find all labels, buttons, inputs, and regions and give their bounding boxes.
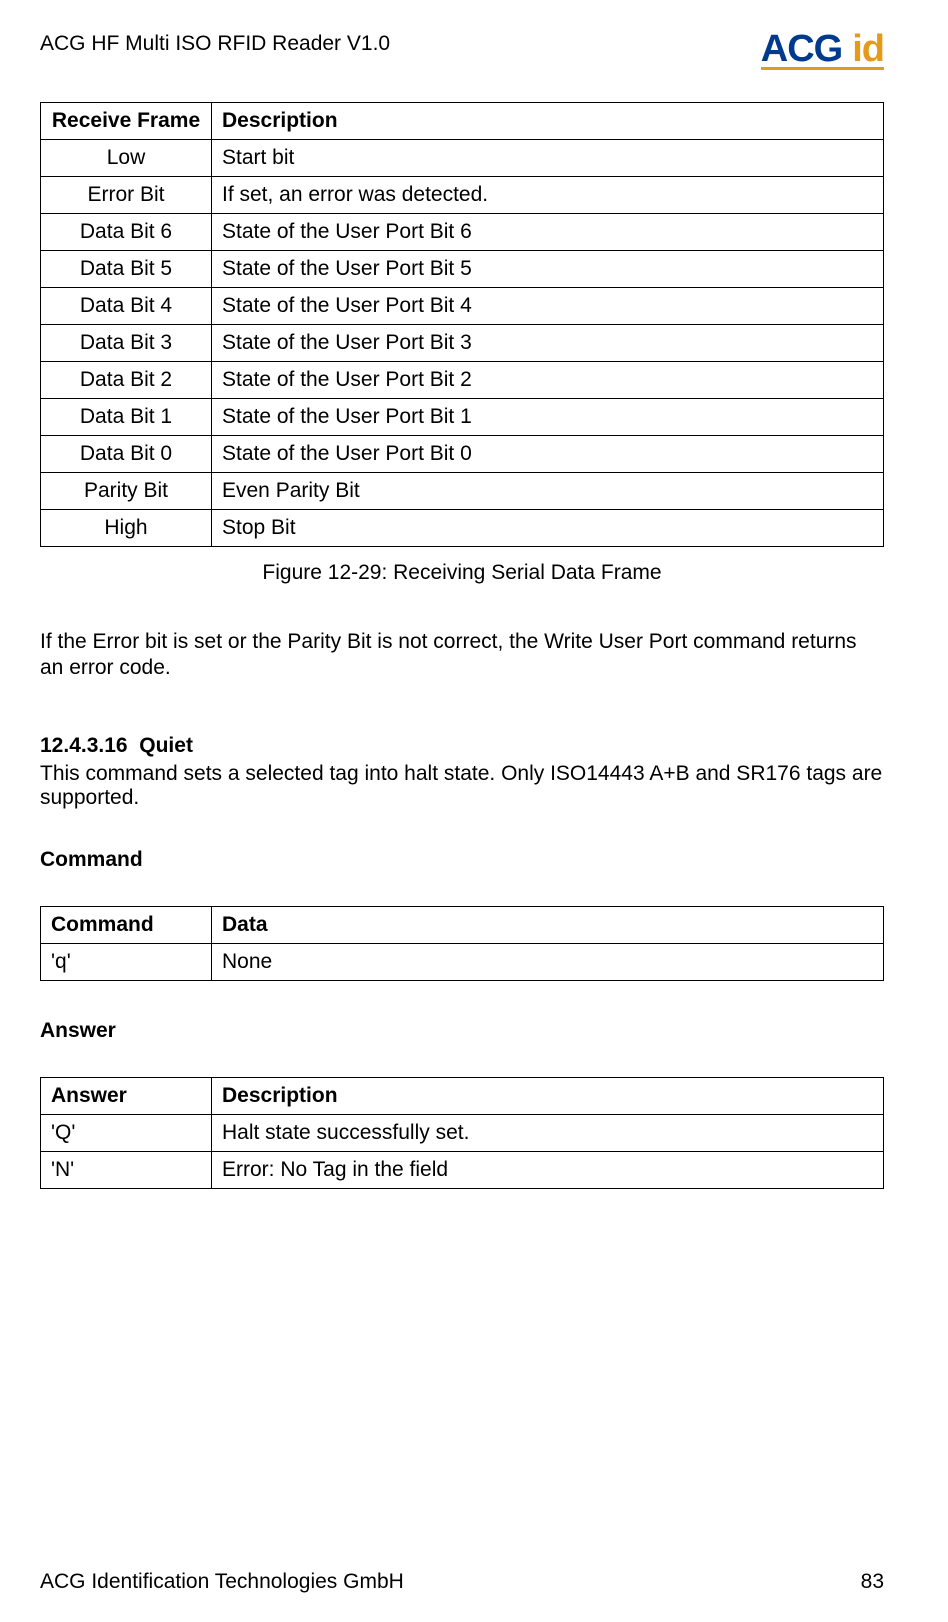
section-body: This command sets a selected tag into ha… (40, 762, 884, 810)
table-cell: State of the User Port Bit 3 (212, 325, 884, 362)
table-cell: 'N' (41, 1151, 212, 1188)
table-cell: Error: No Tag in the field (212, 1151, 884, 1188)
table-cell: State of the User Port Bit 4 (212, 288, 884, 325)
logo-acg-text: ACG (761, 28, 842, 71)
table-cell: Even Parity Bit (212, 473, 884, 510)
table-header: Receive Frame (41, 103, 212, 140)
table-cell: 'Q' (41, 1114, 212, 1151)
table-cell: Halt state successfully set. (212, 1114, 884, 1151)
table-header: Description (212, 1077, 884, 1114)
logo: ACG id (761, 28, 884, 70)
receive-frame-table: Receive Frame Description LowStart bit E… (40, 102, 884, 547)
table-cell: 'q' (41, 943, 212, 980)
table-row: 'N'Error: No Tag in the field (41, 1151, 884, 1188)
table-cell: Data Bit 0 (41, 436, 212, 473)
table-cell: Data Bit 2 (41, 362, 212, 399)
table-cell: State of the User Port Bit 6 (212, 214, 884, 251)
table-cell: Data Bit 1 (41, 399, 212, 436)
table-row: Data Bit 1State of the User Port Bit 1 (41, 399, 884, 436)
page-footer: ACG Identification Technologies GmbH 83 (40, 1570, 884, 1594)
table-row: Data Bit 6State of the User Port Bit 6 (41, 214, 884, 251)
table-row: Data Bit 2State of the User Port Bit 2 (41, 362, 884, 399)
page-header: ACG HF Multi ISO RFID Reader V1.0 ACG id (40, 28, 884, 70)
section-heading: 12.4.3.16 Quiet (40, 734, 884, 758)
section-title: Quiet (139, 734, 193, 757)
table-header: Answer (41, 1077, 212, 1114)
table-cell: Error Bit (41, 177, 212, 214)
table-row: Data Bit 4State of the User Port Bit 4 (41, 288, 884, 325)
table-header-row: Receive Frame Description (41, 103, 884, 140)
table-row: Data Bit 3State of the User Port Bit 3 (41, 325, 884, 362)
doc-title: ACG HF Multi ISO RFID Reader V1.0 (40, 32, 390, 56)
table-cell: Parity Bit (41, 473, 212, 510)
table-row: Data Bit 0State of the User Port Bit 0 (41, 436, 884, 473)
figure-caption: Figure 12-29: Receiving Serial Data Fram… (40, 561, 884, 585)
table-cell: State of the User Port Bit 2 (212, 362, 884, 399)
table-cell: If set, an error was detected. (212, 177, 884, 214)
table-row: Parity BitEven Parity Bit (41, 473, 884, 510)
table-cell: Data Bit 3 (41, 325, 212, 362)
table-cell: Data Bit 6 (41, 214, 212, 251)
table-header-row: Answer Description (41, 1077, 884, 1114)
table-row: Error BitIf set, an error was detected. (41, 177, 884, 214)
table-cell: Stop Bit (212, 510, 884, 547)
table-row: Data Bit 5State of the User Port Bit 5 (41, 251, 884, 288)
table-cell: None (212, 943, 884, 980)
table-cell: State of the User Port Bit 5 (212, 251, 884, 288)
command-heading: Command (40, 848, 884, 872)
table-header: Description (212, 103, 884, 140)
command-table: Command Data 'q'None (40, 906, 884, 981)
footer-company: ACG Identification Technologies GmbH (40, 1570, 404, 1594)
table-cell: State of the User Port Bit 1 (212, 399, 884, 436)
table-cell: Data Bit 5 (41, 251, 212, 288)
table-cell: Data Bit 4 (41, 288, 212, 325)
table-row: LowStart bit (41, 140, 884, 177)
table-cell: State of the User Port Bit 0 (212, 436, 884, 473)
table-cell: Low (41, 140, 212, 177)
answer-heading: Answer (40, 1019, 884, 1043)
table-header: Data (212, 906, 884, 943)
table-row: 'q'None (41, 943, 884, 980)
table-cell: Start bit (212, 140, 884, 177)
error-paragraph: If the Error bit is set or the Parity Bi… (40, 629, 884, 682)
table-row: HighStop Bit (41, 510, 884, 547)
table-header: Command (41, 906, 212, 943)
footer-page-number: 83 (861, 1570, 884, 1594)
answer-table: Answer Description 'Q'Halt state success… (40, 1077, 884, 1189)
logo-id-text: id (852, 28, 884, 71)
section-number: 12.4.3.16 (40, 734, 128, 757)
table-row: 'Q'Halt state successfully set. (41, 1114, 884, 1151)
table-cell: High (41, 510, 212, 547)
table-header-row: Command Data (41, 906, 884, 943)
